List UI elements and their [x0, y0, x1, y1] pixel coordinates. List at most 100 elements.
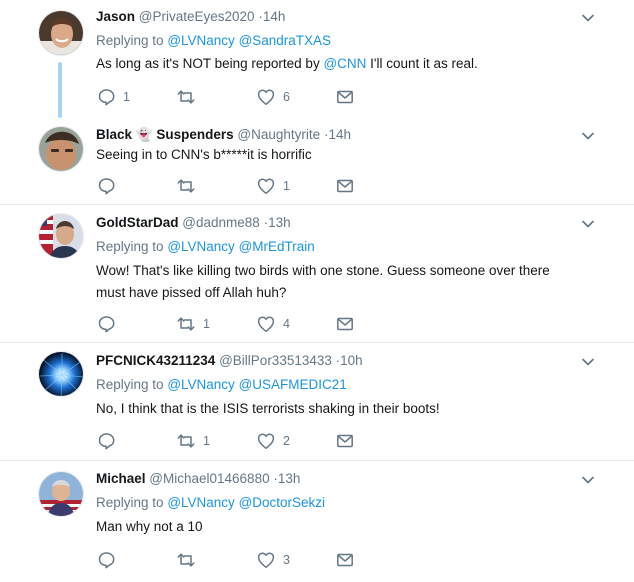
like-count: 6 — [283, 90, 290, 104]
reply-button[interactable] — [96, 314, 123, 334]
display-name[interactable]: GoldStarDad — [96, 215, 179, 230]
heart-icon — [257, 433, 275, 449]
tweet-text: As long as it's NOT being reported by @C… — [96, 53, 576, 75]
avatar[interactable] — [38, 10, 84, 56]
tweet-item[interactable]: Black 👻 Suspenders @Naughtyrite ·14h See… — [0, 118, 634, 204]
mention-link[interactable]: @CNN — [323, 56, 366, 71]
mention-link[interactable]: @LVNancy — [167, 33, 234, 48]
timestamp[interactable]: 14h — [263, 9, 286, 24]
heart-icon — [257, 178, 275, 194]
tweet-item[interactable]: Michael @Michael01466880 ·13h Replying t… — [0, 461, 634, 582]
user-handle[interactable]: @Michael01466880 — [149, 471, 269, 486]
like-count: 3 — [283, 553, 290, 567]
envelope-icon — [337, 434, 353, 448]
mention-link[interactable]: @DoctorSekzi — [239, 495, 325, 510]
mention-link[interactable]: @LVNancy — [167, 377, 234, 392]
envelope-icon — [337, 553, 353, 567]
avatar[interactable] — [38, 126, 84, 172]
chevron-down-icon[interactable] — [580, 216, 596, 232]
reply-button[interactable] — [96, 550, 123, 570]
retweet-button[interactable] — [176, 87, 203, 107]
reply-button[interactable] — [96, 431, 123, 451]
tweet-text-part: As long as it's NOT being reported by — [96, 56, 324, 71]
avatar[interactable] — [38, 471, 84, 517]
avatar[interactable] — [38, 351, 84, 397]
like-button[interactable]: 2 — [256, 431, 290, 451]
tweet-text-part: I'll count it as real. — [366, 56, 478, 71]
retweet-icon — [177, 553, 195, 567]
mention-link[interactable]: @USAFMEDIC21 — [239, 377, 347, 392]
ghost-emoji: 👻 — [135, 127, 153, 142]
thread-connector — [58, 62, 62, 118]
reply-feed: Jason @PrivateEyes2020 ·14h Replying to … — [0, 0, 634, 582]
display-name[interactable]: Jason — [96, 9, 135, 24]
replying-to-label: Replying to — [96, 495, 164, 510]
retweet-button[interactable] — [176, 550, 203, 570]
heart-icon — [257, 89, 275, 105]
user-handle[interactable]: @PrivateEyes2020 — [139, 9, 255, 24]
mention-link[interactable]: @LVNancy — [167, 239, 234, 254]
like-count: 4 — [283, 317, 290, 331]
timestamp[interactable]: 14h — [328, 127, 351, 142]
like-button[interactable]: 3 — [256, 550, 290, 570]
retweet-icon — [177, 317, 195, 331]
user-handle[interactable]: @dadnme88 — [182, 215, 260, 230]
mention-link[interactable]: @MrEdTrain — [239, 239, 315, 254]
timestamp[interactable]: 13h — [278, 471, 301, 486]
reply-button[interactable] — [96, 176, 123, 196]
reply-icon — [98, 552, 115, 569]
like-count: 2 — [283, 434, 290, 448]
like-button[interactable]: 1 — [256, 176, 290, 196]
direct-message-button[interactable] — [335, 314, 355, 334]
tweet-item[interactable]: Jason @PrivateEyes2020 ·14h Replying to … — [0, 0, 634, 118]
retweet-button[interactable] — [176, 176, 203, 196]
chevron-down-icon[interactable] — [580, 128, 596, 144]
replying-to-label: Replying to — [96, 377, 164, 392]
reply-button[interactable]: 1 — [96, 87, 130, 107]
like-count: 1 — [283, 179, 290, 193]
envelope-icon — [337, 179, 353, 193]
envelope-icon — [337, 90, 353, 104]
retweet-button[interactable]: 1 — [176, 431, 210, 451]
tweet-item[interactable]: PFCNICK43211234 @BillPor33513433 ·10h Re… — [0, 343, 634, 459]
mention-link[interactable]: @LVNancy — [167, 495, 234, 510]
chevron-down-icon[interactable] — [580, 354, 596, 370]
timestamp[interactable]: 13h — [268, 215, 291, 230]
chevron-down-icon[interactable] — [580, 10, 596, 26]
replying-to-label: Replying to — [96, 239, 164, 254]
tweet-text: Man why not a 10 — [96, 519, 203, 534]
retweet-count: 1 — [203, 317, 210, 331]
replying-to-label: Replying to — [96, 33, 164, 48]
display-name[interactable]: Black 👻 Suspenders — [96, 127, 234, 142]
direct-message-button[interactable] — [335, 176, 355, 196]
retweet-icon — [177, 90, 195, 104]
heart-icon — [257, 552, 275, 568]
direct-message-button[interactable] — [335, 431, 355, 451]
direct-message-button[interactable] — [335, 550, 355, 570]
display-name-part: Black — [96, 127, 133, 142]
tweet-text: Seeing in to CNN's b*****it is horrific — [96, 147, 312, 162]
envelope-icon — [337, 317, 353, 331]
user-handle[interactable]: @BillPor33513433 — [219, 353, 332, 368]
like-button[interactable]: 6 — [256, 87, 290, 107]
reply-count: 1 — [123, 90, 130, 104]
mention-link[interactable]: @SandraTXAS — [239, 33, 332, 48]
like-button[interactable]: 4 — [256, 314, 290, 334]
tweet-text: Wow! That's like killing two birds with … — [96, 263, 550, 300]
retweet-icon — [177, 179, 195, 193]
display-name[interactable]: PFCNICK43211234 — [96, 353, 215, 368]
retweet-button[interactable]: 1 — [176, 314, 210, 334]
user-handle[interactable]: @Naughtyrite — [237, 127, 320, 142]
direct-message-button[interactable] — [335, 87, 355, 107]
timestamp[interactable]: 10h — [340, 353, 363, 368]
display-name[interactable]: Michael — [96, 471, 146, 486]
reply-icon — [98, 178, 115, 195]
retweet-count: 1 — [203, 434, 210, 448]
heart-icon — [257, 316, 275, 332]
reply-icon — [98, 89, 115, 106]
avatar[interactable] — [38, 213, 84, 259]
reply-icon — [98, 316, 115, 333]
chevron-down-icon[interactable] — [580, 472, 596, 488]
tweet-item[interactable]: GoldStarDad @dadnme88 ·13h Replying to @… — [0, 205, 634, 341]
reply-icon — [98, 433, 115, 450]
